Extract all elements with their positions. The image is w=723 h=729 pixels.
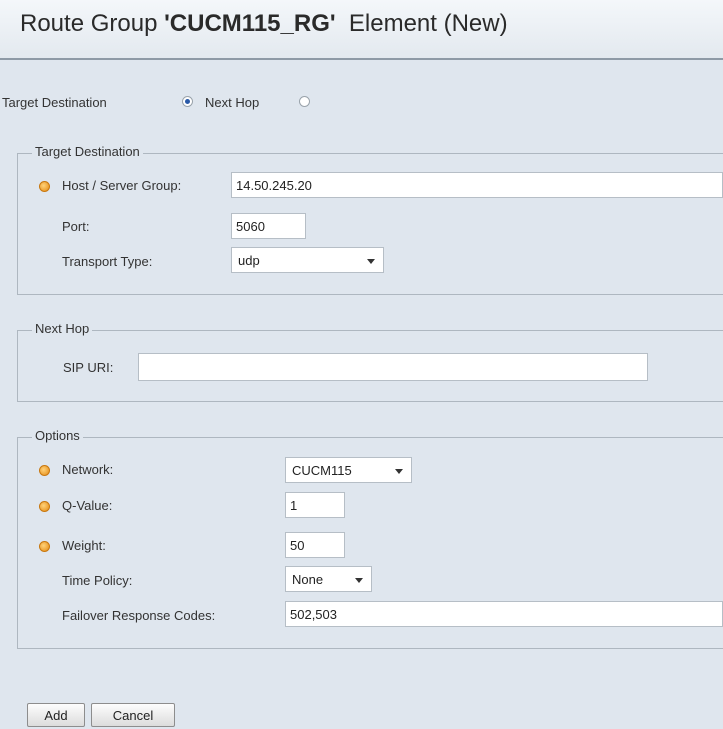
cancel-button[interactable]: Cancel <box>91 703 175 727</box>
required-indicator-icon <box>39 501 50 512</box>
required-indicator-icon <box>39 465 50 476</box>
chevron-down-icon <box>367 259 375 264</box>
network-label: Network: <box>62 462 114 477</box>
transport-type-select[interactable]: udp <box>231 247 384 273</box>
time-policy-label: Time Policy: <box>62 573 133 588</box>
host-server-group-input[interactable]: 14.50.245.20 <box>231 172 723 198</box>
q-value-input[interactable]: 1 <box>285 492 345 518</box>
title-bar: Route Group 'CUCM115_RG' Element (New) <box>0 0 723 60</box>
options-legend: Options <box>32 428 83 443</box>
sip-uri-label: SIP URI: <box>63 360 114 375</box>
sip-uri-input[interactable] <box>138 353 648 381</box>
time-policy-value: None <box>292 572 324 587</box>
title-suffix: Element (New) <box>335 10 508 37</box>
title-prefix: Route Group <box>20 10 165 37</box>
network-select[interactable]: CUCM115 <box>285 457 412 483</box>
failover-response-codes-input[interactable]: 502,503 <box>285 601 723 627</box>
chevron-down-icon <box>355 578 363 583</box>
title-route-group-name: 'CUCM115_RG' <box>164 10 336 37</box>
next-hop-radio[interactable] <box>299 96 310 107</box>
weight-input[interactable]: 50 <box>285 532 345 558</box>
q-value-label: Q-Value: <box>62 498 113 513</box>
add-button[interactable]: Add <box>27 703 85 727</box>
required-indicator-icon <box>39 181 50 192</box>
failover-response-codes-label: Failover Response Codes: <box>62 608 216 623</box>
weight-label: Weight: <box>62 538 106 553</box>
next-hop-radio-label: Next Hop <box>205 95 260 110</box>
required-indicator-icon <box>39 541 50 552</box>
page-title: Route Group 'CUCM115_RG' Element (New) <box>20 10 508 38</box>
port-label: Port: <box>62 219 90 234</box>
chevron-down-icon <box>395 469 403 474</box>
target-destination-legend: Target Destination <box>32 144 143 159</box>
time-policy-select[interactable]: None <box>285 566 372 592</box>
port-input[interactable]: 5060 <box>231 213 306 239</box>
target-destination-radio[interactable] <box>182 96 193 107</box>
transport-type-value: udp <box>238 253 260 268</box>
next-hop-legend: Next Hop <box>32 321 93 336</box>
network-value: CUCM115 <box>292 463 352 478</box>
host-server-group-label: Host / Server Group: <box>62 178 182 193</box>
transport-type-label: Transport Type: <box>62 254 153 269</box>
target-destination-radio-label: Target Destination <box>2 95 107 110</box>
